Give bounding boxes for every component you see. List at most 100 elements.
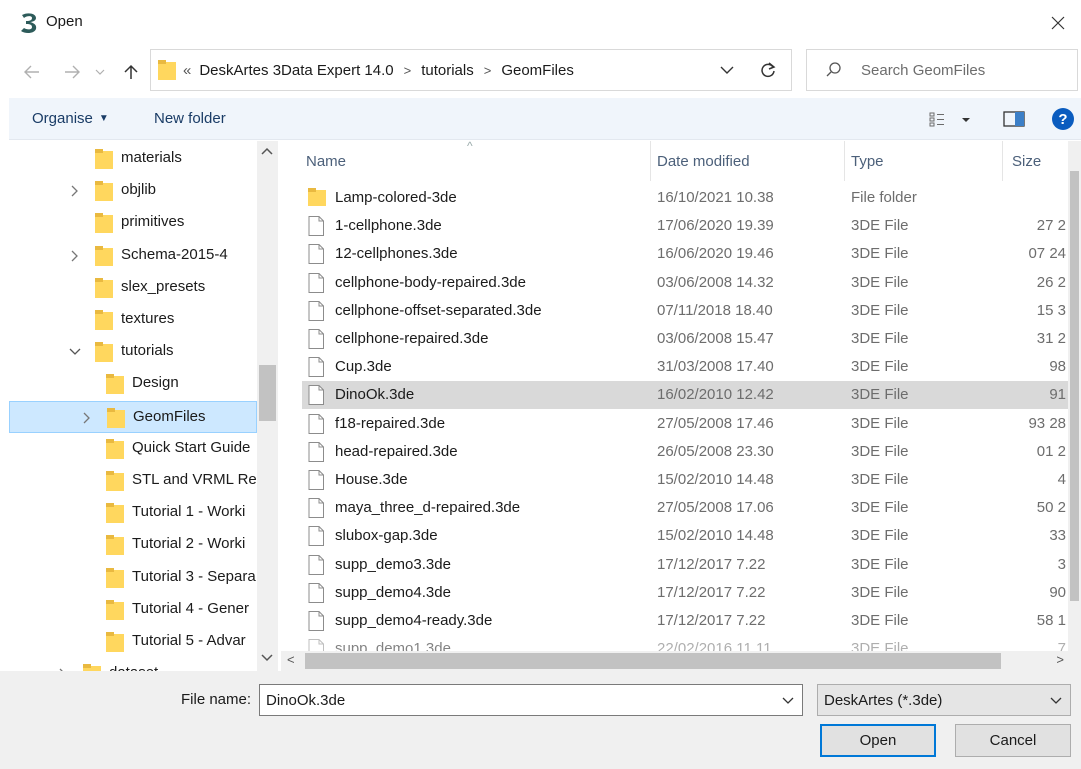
- preview-pane-icon: [1003, 111, 1025, 127]
- preview-pane-button[interactable]: [1002, 107, 1026, 131]
- file-row[interactable]: supp_demo4-ready.3de 17/12/2017 7.22 3DE F…: [302, 607, 1070, 635]
- file-date: 17/12/2017 7.22: [657, 612, 766, 629]
- file-row[interactable]: supp_demo4.3de 17/12/2017 7.22 3DE File 90: [302, 579, 1070, 607]
- tree-item[interactable]: Tutorial 2 - Worki: [9, 529, 257, 561]
- tree-item-label: Tutorial 2 - Worki: [132, 535, 246, 553]
- file-row[interactable]: 12-cellphones.3de 16/06/2020 19.46 3DE Fil…: [302, 240, 1070, 268]
- file-row[interactable]: DinoOk.3de 16/02/2010 12.42 3DE File 91: [302, 381, 1070, 410]
- file-size: 28 93: [1028, 414, 1066, 432]
- tree-item[interactable]: Quick Start Guide: [9, 433, 257, 465]
- scrollbar-thumb[interactable]: [1070, 171, 1079, 601]
- recent-locations-button[interactable]: [93, 60, 107, 84]
- organise-label: Organise: [32, 110, 93, 127]
- cancel-button[interactable]: Cancel: [955, 724, 1071, 757]
- app-logo-icon: [21, 13, 37, 34]
- scroll-right-icon[interactable]: >: [1056, 652, 1064, 667]
- file-list-scrollbar[interactable]: [1068, 141, 1081, 671]
- filetype-select[interactable]: DeskArtes (*.3de): [817, 684, 1071, 716]
- file-date: 27/05/2008 17.46: [657, 414, 774, 432]
- breadcrumb-separator[interactable]: >: [404, 63, 412, 78]
- file-icon: [308, 470, 326, 490]
- file-type: 3DE File: [851, 358, 909, 376]
- forward-button[interactable]: [60, 60, 84, 84]
- file-row[interactable]: Lamp-colored-3de 16/10/2021 10.38 File fol…: [302, 184, 1070, 212]
- up-button[interactable]: [119, 60, 143, 84]
- chevron-right-icon[interactable]: [79, 410, 95, 426]
- navigation-scrollbar[interactable]: [257, 141, 278, 671]
- open-button[interactable]: Open: [820, 724, 936, 757]
- file-row[interactable]: 1-cellphone.3de 17/06/2020 19.39 3DE File 2…: [302, 212, 1070, 240]
- filename-label: File name:: [181, 691, 252, 708]
- column-header-name[interactable]: Name: [281, 141, 651, 181]
- tree-item[interactable]: Tutorial 3 - Separa: [9, 562, 257, 594]
- tree-item[interactable]: Tutorial 1 - Worki: [9, 497, 257, 529]
- file-row[interactable]: supp_demo1.3de 22/02/2016 11.11 3DE File 7: [302, 635, 1070, 651]
- chevron-right-icon[interactable]: [67, 183, 83, 199]
- column-header-date[interactable]: Date modified: [651, 141, 845, 181]
- breadcrumb-separator[interactable]: >: [484, 63, 492, 78]
- folder-icon: [95, 310, 113, 330]
- tree-item[interactable]: objlib: [9, 175, 257, 207]
- tree-item[interactable]: Design: [9, 368, 257, 400]
- scroll-up-icon[interactable]: [260, 146, 274, 156]
- chevron-right-icon[interactable]: [67, 248, 83, 264]
- tree-item-label: dataset: [109, 664, 158, 671]
- close-button[interactable]: [1035, 0, 1081, 46]
- chevron-down-icon[interactable]: [717, 60, 737, 80]
- file-row[interactable]: cellphone-repaired.3de 03/06/2008 15.47 3D…: [302, 325, 1070, 353]
- column-header-type[interactable]: Type: [845, 141, 1003, 181]
- folder-icon: [95, 149, 113, 169]
- help-button[interactable]: ?: [1051, 107, 1075, 131]
- file-row[interactable]: head-repaired.3de 26/05/2008 23.30 3DE Fil…: [302, 438, 1070, 466]
- file-row[interactable]: Cup.3de 31/03/2008 17.40 3DE File 98: [302, 353, 1070, 381]
- search-box[interactable]: Search GeomFiles: [806, 49, 1078, 91]
- tree-item[interactable]: tutorials: [9, 336, 257, 368]
- tree-item[interactable]: STL and VRML Re: [9, 465, 257, 497]
- scroll-left-icon[interactable]: <: [287, 652, 295, 667]
- scrollbar-thumb[interactable]: [259, 365, 276, 421]
- filename-field[interactable]: DinoOk.3de: [259, 684, 803, 716]
- scroll-down-icon[interactable]: [260, 653, 274, 663]
- folder-icon: [106, 374, 124, 395]
- chevron-down-icon[interactable]: [67, 344, 83, 360]
- tree-item[interactable]: Schema-2015-4: [9, 240, 257, 272]
- tree-item[interactable]: GeomFiles: [9, 400, 257, 433]
- file-icon: [308, 216, 326, 237]
- breadcrumb-item-geomfiles[interactable]: GeomFiles: [501, 62, 574, 79]
- refresh-button[interactable]: [757, 59, 779, 81]
- tree-item[interactable]: dataset: [9, 658, 257, 671]
- file-row[interactable]: f18-repaired.3de 27/05/2008 17.46 3DE File…: [302, 410, 1070, 438]
- navigation-pane[interactable]: materials objlib primitives Schema-2015-4 sl…: [9, 141, 279, 671]
- tree-item[interactable]: Tutorial 5 - Advar: [9, 626, 257, 658]
- file-list[interactable]: ^ Name Date modified Type Size Lamp-colo…: [281, 141, 1070, 651]
- scrollbar-thumb[interactable]: [305, 653, 1001, 669]
- breadcrumb-item-deskartes[interactable]: DeskArtes 3Data Expert 14.0: [199, 62, 393, 79]
- new-folder-button[interactable]: New folder: [154, 110, 226, 127]
- file-row[interactable]: cellphone-offset-separated.3de 07/11/2018…: [302, 297, 1070, 325]
- file-row[interactable]: supp_demo3.3de 17/12/2017 7.22 3DE File 3: [302, 551, 1070, 579]
- breadcrumb-overflow[interactable]: «: [183, 62, 191, 79]
- horizontal-scrollbar[interactable]: < >: [281, 651, 1068, 671]
- file-type: 3DE File: [851, 471, 909, 488]
- search-input[interactable]: Search GeomFiles: [861, 62, 985, 79]
- chevron-down-icon[interactable]: [780, 692, 796, 708]
- folder-icon: [106, 535, 124, 556]
- view-options-button[interactable]: [927, 107, 975, 131]
- file-row[interactable]: cellphone-body-repaired.3de 03/06/2008 14…: [302, 269, 1070, 297]
- file-type: 3DE File: [851, 555, 909, 573]
- address-bar[interactable]: « DeskArtes 3Data Expert 14.0 > tutorial…: [150, 49, 792, 91]
- file-row[interactable]: slubox-gap.3de 15/02/2010 14.48 3DE File 33: [302, 522, 1070, 550]
- tree-item[interactable]: primitives: [9, 207, 257, 239]
- filename-value[interactable]: DinoOk.3de: [266, 692, 345, 709]
- breadcrumb-item-tutorials[interactable]: tutorials: [421, 62, 474, 79]
- organise-button[interactable]: Organise ▼: [32, 110, 109, 127]
- back-button[interactable]: [20, 60, 44, 84]
- tree-item[interactable]: Tutorial 4 - Gener: [9, 594, 257, 626]
- tree-item[interactable]: materials: [9, 143, 257, 175]
- file-row[interactable]: maya_three_d-repaired.3de 27/05/2008 17.0…: [302, 494, 1070, 522]
- tree-item[interactable]: textures: [9, 304, 257, 336]
- file-icon: [308, 357, 326, 378]
- column-header-size[interactable]: Size: [1003, 141, 1070, 181]
- file-row[interactable]: House.3de 15/02/2010 14.48 3DE File 4: [302, 466, 1070, 494]
- tree-item[interactable]: slex_presets: [9, 272, 257, 304]
